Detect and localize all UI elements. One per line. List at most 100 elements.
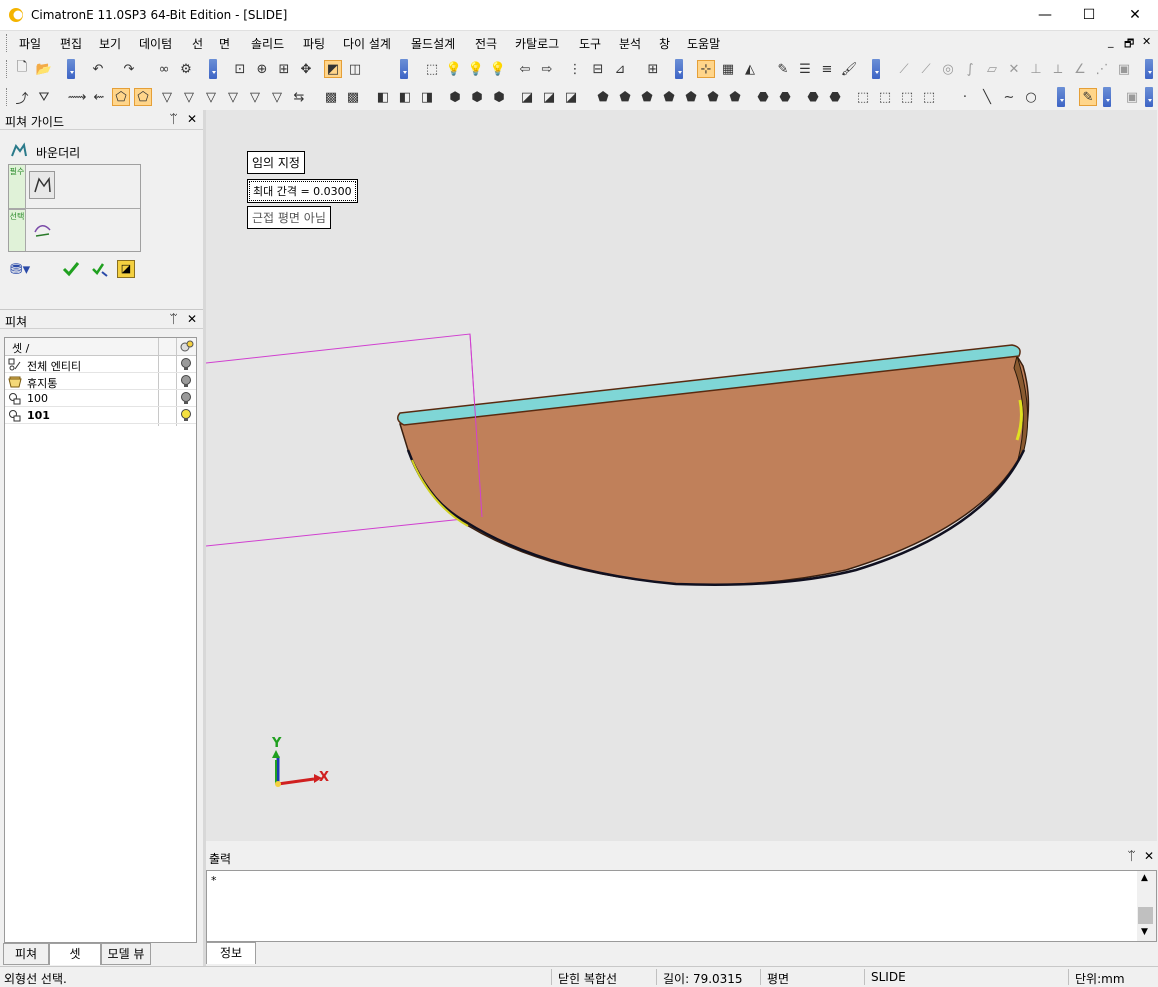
menu-mold-design[interactable]: 몰드설계 (411, 35, 455, 52)
spline-icon[interactable]: ∼ (1000, 88, 1018, 106)
bulb-gray-icon[interactable] (179, 357, 193, 372)
curve-tool-3-icon[interactable]: ▽ (158, 88, 176, 106)
bulb-yellow-icon[interactable] (179, 408, 193, 423)
surface-tool-3-icon[interactable]: ⬟ (638, 88, 656, 106)
sketch-icon[interactable]: ⊿ (611, 60, 629, 78)
snap-box-icon[interactable]: ▣ (1115, 60, 1133, 78)
menu-help[interactable]: 도움말 (687, 35, 720, 52)
pin-icon[interactable]: ᛠ (170, 112, 177, 126)
toolbar-overflow-button[interactable] (872, 59, 880, 79)
options-dropdown-icon[interactable]: ⛃▾ (10, 260, 34, 278)
surface-tool-12-icon[interactable]: ⬚ (854, 88, 872, 106)
previous-view-icon[interactable]: ⇦ (516, 60, 534, 78)
menu-solid[interactable]: 솔리드 (251, 35, 284, 52)
surface-tool-7-icon[interactable]: ⬟ (726, 88, 744, 106)
mdi-minimize-button[interactable]: _ (1108, 35, 1114, 48)
solid-tool-3-icon[interactable]: ◧ (374, 88, 392, 106)
menu-electrode[interactable]: 전극 (475, 35, 497, 52)
pin-icon[interactable]: ᛠ (170, 312, 177, 326)
set-column-header[interactable]: 셋 / (12, 340, 29, 356)
table-row[interactable]: 전체 엔티티 (5, 356, 196, 373)
menu-analysis[interactable]: 분석 (619, 35, 641, 52)
solid-tool-5-icon[interactable]: ◨ (418, 88, 436, 106)
boundary-tool-2-icon[interactable]: ⬠ (134, 88, 152, 106)
snap-tangent-icon[interactable]: ∫ (961, 60, 979, 78)
toolbar-overflow-button[interactable] (1103, 87, 1111, 107)
mdi-close-button[interactable]: ✕ (1142, 35, 1151, 48)
brush-icon[interactable]: 🖌 (840, 60, 858, 78)
solid-tool-7-icon[interactable]: ⬢ (468, 88, 486, 106)
toolbar-overflow-button[interactable] (1145, 87, 1153, 107)
menu-view[interactable]: 보기 (99, 35, 121, 52)
snap-line-icon[interactable]: ⟋ (895, 60, 913, 78)
apply-check-icon[interactable] (62, 261, 80, 277)
menu-edit[interactable]: 편집 (60, 35, 82, 52)
measure-icon[interactable]: ⊟ (589, 60, 607, 78)
output-text-area[interactable]: * (206, 870, 1157, 942)
pan-icon[interactable]: ✥ (297, 60, 315, 78)
preview-icon[interactable]: ◪ (117, 260, 135, 278)
menu-tools[interactable]: 도구 (579, 35, 601, 52)
menu-curve[interactable]: 선 (192, 35, 203, 52)
filter-funnel-icon[interactable]: ⛛ (35, 88, 53, 106)
surface-tool-5-icon[interactable]: ⬟ (682, 88, 700, 106)
light-yellow-icon[interactable]: 💡 (467, 60, 485, 78)
minimize-button[interactable]: — (1022, 0, 1068, 30)
snap-intersect-icon[interactable]: ✕ (1005, 60, 1023, 78)
tab-model-view[interactable]: 모델 뷰 (101, 943, 151, 965)
catalog-icon[interactable]: ⊞ (644, 60, 662, 78)
tab-features[interactable]: 피쳐 (3, 943, 49, 965)
menu-datum[interactable]: 데이텀 (139, 35, 172, 52)
solid-tool-2-icon[interactable]: ▩ (344, 88, 362, 106)
graphics-viewport[interactable]: 임의 지정 최대 간격 = 0.0300 근접 평면 아님 Y X (206, 110, 1157, 841)
apply-continue-icon[interactable] (91, 260, 109, 278)
snap-face-icon[interactable]: ▱ (983, 60, 1001, 78)
solid-tool-10-icon[interactable]: ◪ (540, 88, 558, 106)
table-row[interactable]: 휴지통 (5, 373, 196, 390)
mdi-restore-button[interactable]: 🗗 (1124, 35, 1134, 54)
scroll-up-icon[interactable]: ▲ (1141, 873, 1148, 883)
option-icon[interactable] (33, 220, 53, 240)
select-curve-icon[interactable]: ⤴ (13, 88, 31, 107)
pin-icon[interactable]: ᛠ (1128, 849, 1135, 863)
table-row[interactable]: 101 (5, 407, 196, 424)
snap-angle-icon[interactable]: ∠ (1071, 60, 1089, 78)
menu-grip[interactable] (6, 34, 9, 52)
close-button[interactable]: ✕ (1112, 0, 1158, 30)
grid-icon[interactable]: ⊹ (697, 60, 715, 78)
sketcher-icon[interactable]: ✎ (1079, 88, 1097, 106)
curve-tool-9-icon[interactable]: ⇆ (290, 88, 308, 106)
close-icon[interactable]: ✕ (1144, 849, 1154, 863)
scroll-down-icon[interactable]: ▼ (1141, 927, 1148, 937)
pen-icon[interactable]: ✎ (774, 60, 792, 78)
snap-point-icon[interactable]: ⋰ (1093, 60, 1111, 78)
scroll-thumb[interactable] (1138, 907, 1153, 924)
open-folder-icon[interactable]: 📂 (35, 60, 53, 78)
menu-catalog[interactable]: 카탈로그 (515, 35, 559, 52)
visibility-column-icon[interactable] (179, 339, 195, 355)
curve-tool-2-icon[interactable]: ⇜ (90, 88, 108, 106)
toolbar-overflow-button[interactable] (1145, 59, 1153, 79)
curve-tool-4-icon[interactable]: ▽ (180, 88, 198, 106)
curve-tool-7-icon[interactable]: ▽ (246, 88, 264, 106)
menu-file[interactable]: 파일 (19, 35, 41, 52)
boundary-select-button[interactable] (29, 171, 55, 199)
zoom-window-icon[interactable]: ⊡ (231, 60, 249, 78)
select-icon[interactable]: ⬚ (423, 60, 441, 78)
redo-icon[interactable]: ↷ (120, 60, 138, 78)
toolbar-overflow-button[interactable] (1057, 87, 1065, 107)
boundary-tool-icon[interactable]: ⬠ (112, 88, 130, 106)
solid-tool-1-icon[interactable]: ▩ (322, 88, 340, 106)
surface-tool-13-icon[interactable]: ⬚ (876, 88, 894, 106)
snap-perp-icon[interactable]: ⊥ (1027, 60, 1045, 78)
surface-tool-11-icon[interactable]: ⬣ (826, 88, 844, 106)
light-toggle-icon[interactable]: 💡 (489, 60, 507, 78)
export-icon[interactable]: ▣ (1123, 88, 1141, 106)
tab-sets[interactable]: 셋 (49, 943, 101, 965)
surface-tool-2-icon[interactable]: ⬟ (616, 88, 634, 106)
circle-icon[interactable]: ○ (1022, 88, 1040, 106)
curve-tool-8-icon[interactable]: ▽ (268, 88, 286, 106)
view-glasses-icon[interactable]: ∞ (155, 60, 173, 78)
fill-color-icon[interactable]: ◭ (741, 60, 759, 78)
light-gray-icon[interactable]: 💡 (445, 60, 463, 78)
